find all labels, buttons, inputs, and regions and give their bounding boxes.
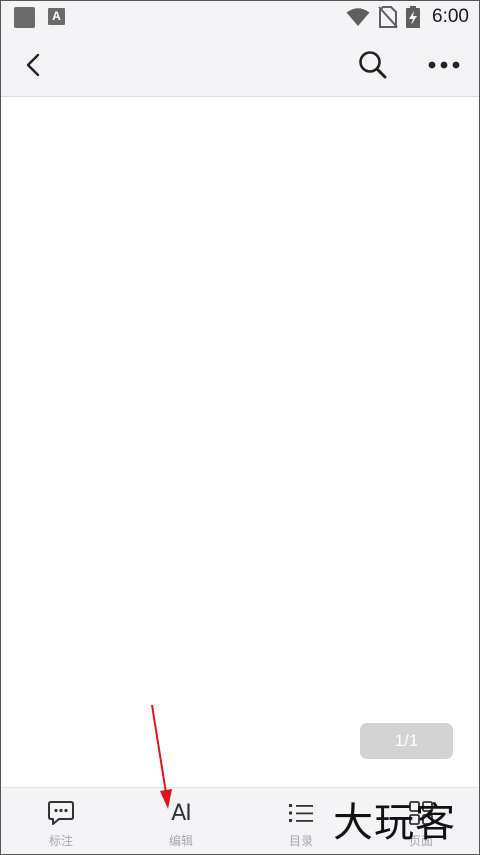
toolbar-edit-button[interactable]: AI 编辑 (131, 788, 231, 854)
toolbar-edit-label: 编辑 (168, 834, 193, 848)
search-button[interactable] (353, 45, 393, 85)
clock-time: 6:00 (432, 6, 469, 27)
more-dots-icon (428, 61, 460, 69)
wifi-icon (346, 8, 370, 26)
comment-icon (48, 801, 74, 825)
chevron-left-icon (26, 54, 40, 76)
a-notification-icon: A (48, 8, 65, 25)
toolbar-annotate-button[interactable]: 标注 (11, 788, 111, 854)
more-options-button[interactable] (421, 45, 467, 85)
battery-charging-icon (406, 6, 421, 28)
toolbar-contents-label: 目录 (288, 834, 313, 848)
back-button[interactable] (15, 47, 51, 83)
document-page[interactable] (1, 98, 479, 787)
status-bar: A 6:00 (1, 1, 479, 33)
app-square-icon (14, 7, 35, 28)
page-indicator: 1/1 (360, 723, 453, 759)
watermark-logo: 大玩客 (333, 800, 456, 846)
search-icon (359, 51, 387, 79)
status-icons: 6:00 (346, 5, 469, 29)
text-edit-icon: AI (171, 800, 192, 826)
toolbar-annotate-label: 标注 (48, 834, 73, 848)
list-icon (289, 804, 313, 822)
app-bar (1, 33, 479, 97)
no-sim-icon (378, 6, 398, 28)
screen: A 6:00 1/1 标注 AI 编辑 目录 页面 大玩客 (0, 0, 480, 855)
